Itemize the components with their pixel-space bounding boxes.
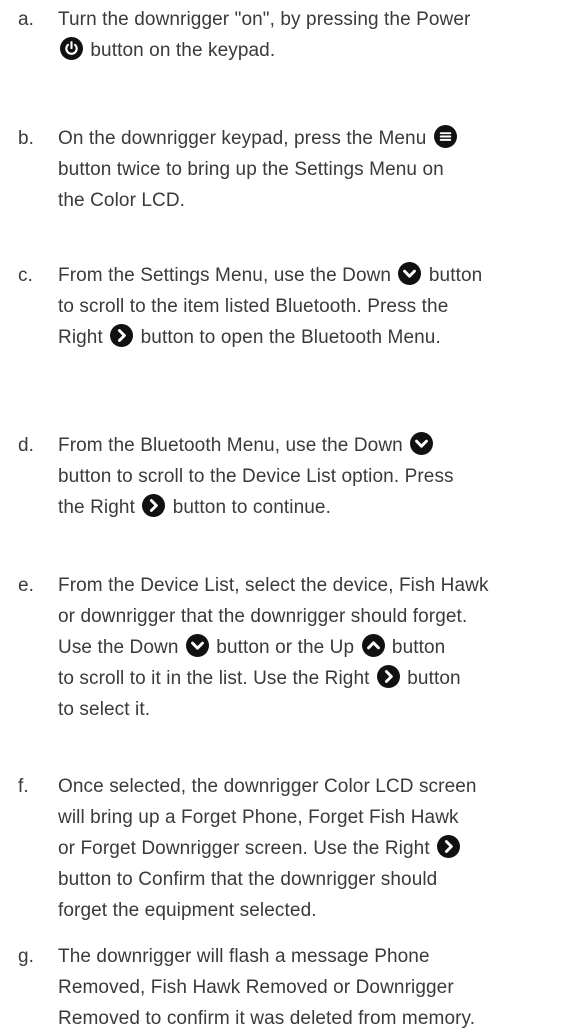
step-text-segment: will bring up a Forget Phone, Forget Fis… xyxy=(58,807,459,828)
step-text-segment: button or the Up xyxy=(210,637,360,658)
step-text-segment: to scroll to it in the list. Use the Rig… xyxy=(58,668,375,689)
step-line: the Color LCD. xyxy=(58,185,573,216)
chevron-right-icon xyxy=(437,835,461,858)
step-letter: f. xyxy=(18,776,29,797)
step-text-segment: From the Bluetooth Menu, use the Down xyxy=(58,435,409,456)
step-line: From the Settings Menu, use the Down but… xyxy=(58,260,573,291)
step-text-segment: From the Device List, select the device,… xyxy=(58,575,489,596)
chevron-right-icon xyxy=(142,494,166,517)
step-line: From the Bluetooth Menu, use the Down xyxy=(58,430,573,461)
step-text-segment: the Color LCD. xyxy=(58,190,186,211)
step-line: Right button to open the Bluetooth Menu. xyxy=(58,322,573,353)
step-text-segment: From the Settings Menu, use the Down xyxy=(58,265,397,286)
step-line: or Forget Downrigger screen. Use the Rig… xyxy=(58,833,573,864)
chevron-down-icon xyxy=(398,262,422,285)
step-text-segment: to select it. xyxy=(58,699,151,720)
step-letter: a. xyxy=(18,9,35,30)
step-text-segment: button twice to bring up the Settings Me… xyxy=(58,159,444,180)
step-text: Turn the downrigger "on", by pressing th… xyxy=(58,4,573,66)
step-text-segment: button on the keypad. xyxy=(85,40,276,61)
step-text-segment: or Forget Downrigger screen. Use the Rig… xyxy=(58,838,436,859)
step-text-segment: Removed to confirm it was deleted from m… xyxy=(58,1008,476,1029)
chevron-right-icon xyxy=(376,665,400,688)
step-line: or downrigger that the downrigger should… xyxy=(58,601,573,632)
step-letter: c. xyxy=(18,265,33,286)
step-letter: g. xyxy=(18,946,35,967)
chevron-up-icon xyxy=(361,634,385,657)
step-letter: b. xyxy=(18,128,35,149)
step-line: Removed, Fish Hawk Removed or Downrigger xyxy=(58,972,573,1003)
step-text-segment: forget the equipment selected. xyxy=(58,900,317,921)
step-line: button on the keypad. xyxy=(58,35,573,66)
step-text-segment: button xyxy=(386,637,446,658)
instruction-steps: a. Turn the downrigger "on", by pressing … xyxy=(0,0,579,1029)
step-line: forget the equipment selected. xyxy=(58,895,573,926)
power-icon xyxy=(60,37,83,60)
chevron-right-icon xyxy=(110,324,134,347)
step-line: button twice to bring up the Settings Me… xyxy=(58,154,573,185)
step-text-segment: button to Confirm that the downrigger sh… xyxy=(58,869,438,890)
step-line: Removed to confirm it was deleted from m… xyxy=(58,1003,573,1034)
step-letter: d. xyxy=(18,435,35,456)
step-line: to scroll to the item listed Bluetooth. … xyxy=(58,291,573,322)
step-text-segment: The downrigger will flash a message Phon… xyxy=(58,946,430,967)
step-text-segment: to scroll to the item listed Bluetooth. … xyxy=(58,296,449,317)
step-line: The downrigger will flash a message Phon… xyxy=(58,941,573,972)
step-text-segment: Once selected, the downrigger Color LCD … xyxy=(58,776,477,797)
step-text: On the downrigger keypad, press the Menu… xyxy=(58,123,573,216)
step-line: Once selected, the downrigger Color LCD … xyxy=(58,771,573,802)
step-text-segment: button to scroll to the Device List opti… xyxy=(58,466,454,487)
step-text: From the Settings Menu, use the Down but… xyxy=(58,260,573,353)
step-line: button to Confirm that the downrigger sh… xyxy=(58,864,573,895)
step-line: From the Device List, select the device,… xyxy=(58,570,573,601)
step-text: Once selected, the downrigger Color LCD … xyxy=(58,771,573,926)
step-text-segment: On the downrigger keypad, press the Menu xyxy=(58,128,432,149)
step-text: The downrigger will flash a message Phon… xyxy=(58,941,573,1034)
step-text-segment: button xyxy=(423,265,483,286)
step-line: button to scroll to the Device List opti… xyxy=(58,461,573,492)
step-line: to scroll to it in the list. Use the Rig… xyxy=(58,663,573,694)
step-line: to select it. xyxy=(58,694,573,725)
step-text: From the Bluetooth Menu, use the Down bu… xyxy=(58,430,573,523)
step-text-segment: or downrigger that the downrigger should… xyxy=(58,606,468,627)
step-line: will bring up a Forget Phone, Forget Fis… xyxy=(58,802,573,833)
step-text-segment: Right xyxy=(58,327,109,348)
step-text-segment: Removed, Fish Hawk Removed or Downrigger xyxy=(58,977,454,998)
step-letter: e. xyxy=(18,575,35,596)
step-line: Use the Down button or the Up button xyxy=(58,632,573,663)
step-text-segment: Turn the downrigger "on", by pressing th… xyxy=(58,9,471,30)
step-text-segment: button to open the Bluetooth Menu. xyxy=(135,327,441,348)
menu-icon xyxy=(433,125,457,148)
step-text-segment: the Right xyxy=(58,497,141,518)
step-line: On the downrigger keypad, press the Menu xyxy=(58,123,573,154)
step-line: the Right button to continue. xyxy=(58,492,573,523)
step-text-segment: Use the Down xyxy=(58,637,184,658)
chevron-down-icon xyxy=(185,634,209,657)
step-text-segment: button xyxy=(401,668,461,689)
step-text: From the Device List, select the device,… xyxy=(58,570,573,725)
chevron-down-icon xyxy=(410,432,434,455)
step-text-segment: button to continue. xyxy=(167,497,331,518)
step-line: Turn the downrigger "on", by pressing th… xyxy=(58,4,573,35)
